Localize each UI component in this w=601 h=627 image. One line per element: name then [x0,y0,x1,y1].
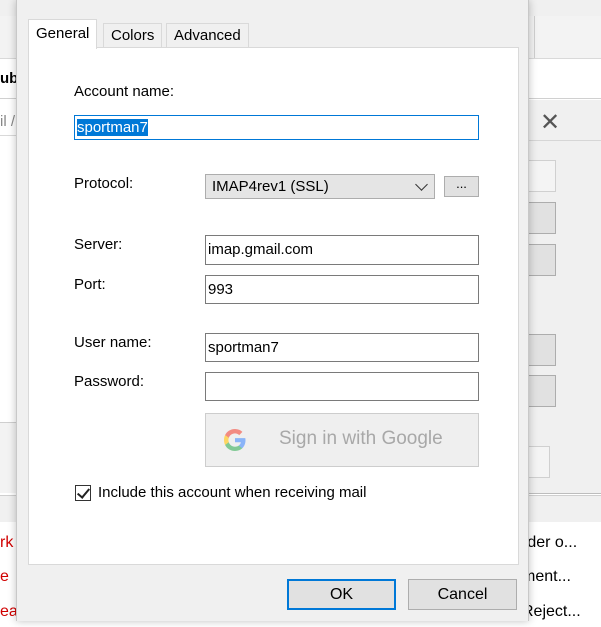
background-column-header: il / [0,113,15,130]
password-field[interactable] [205,372,479,401]
google-logo-icon [222,427,248,459]
account-name-value: sportman7 [77,119,148,136]
tab-advanced[interactable]: Advanced [166,23,249,48]
background-button[interactable] [527,446,550,478]
include-account-checkbox[interactable] [75,485,91,501]
server-label: Server: [74,236,123,253]
general-tab-panel: Account name: sportman7 Protocol: IMAP4r… [28,47,519,565]
checkmark-icon [76,485,91,499]
cancel-button[interactable]: Cancel [408,579,517,610]
protocol-dropdown[interactable]: IMAP4rev1 (SSL) [205,174,435,199]
server-field[interactable]: imap.gmail.com [205,235,479,265]
user-name-field[interactable]: sportman7 [205,333,479,362]
background-button[interactable] [527,202,556,234]
close-icon[interactable]: ✕ [540,108,560,137]
background-row-text[interactable]: e [0,568,9,586]
background-divider [534,16,535,58]
account-name-label: Account name: [74,83,175,100]
chevron-down-icon [415,178,428,191]
background-row-text[interactable]: Reject... [522,603,581,621]
background-row-text[interactable]: rder o... [522,534,577,552]
protocol-label: Protocol: [74,175,134,192]
background-row-text[interactable]: rk [0,534,13,552]
user-name-label: User name: [74,334,152,351]
account-properties-dialog: General Colors Advanced Account name: sp… [16,0,529,621]
password-label: Password: [74,373,145,390]
ok-button[interactable]: OK [287,579,396,610]
port-field[interactable]: 993 [205,275,479,304]
google-button-label: Sign in with Google [279,428,443,449]
background-button[interactable] [527,334,556,366]
background-button[interactable] [527,244,556,276]
tab-general[interactable]: General [28,19,98,49]
background-dialog-divider [527,140,601,141]
background-button[interactable] [527,160,556,192]
background-list-area [0,135,16,423]
tab-colors[interactable]: Colors [103,23,163,48]
sign-in-with-google-button[interactable]: Sign in with Google [205,413,479,467]
protocol-browse-button[interactable]: ... [444,176,479,197]
background-lower-panel [0,422,16,493]
include-account-label[interactable]: Include this account when receiving mail [98,484,366,501]
port-label: Port: [74,276,106,293]
background-button[interactable] [527,375,556,407]
protocol-value: IMAP4rev1 (SSL) [212,178,329,195]
account-name-field[interactable]: sportman7 [74,115,479,140]
background-row-text[interactable]: ment... [522,568,571,586]
